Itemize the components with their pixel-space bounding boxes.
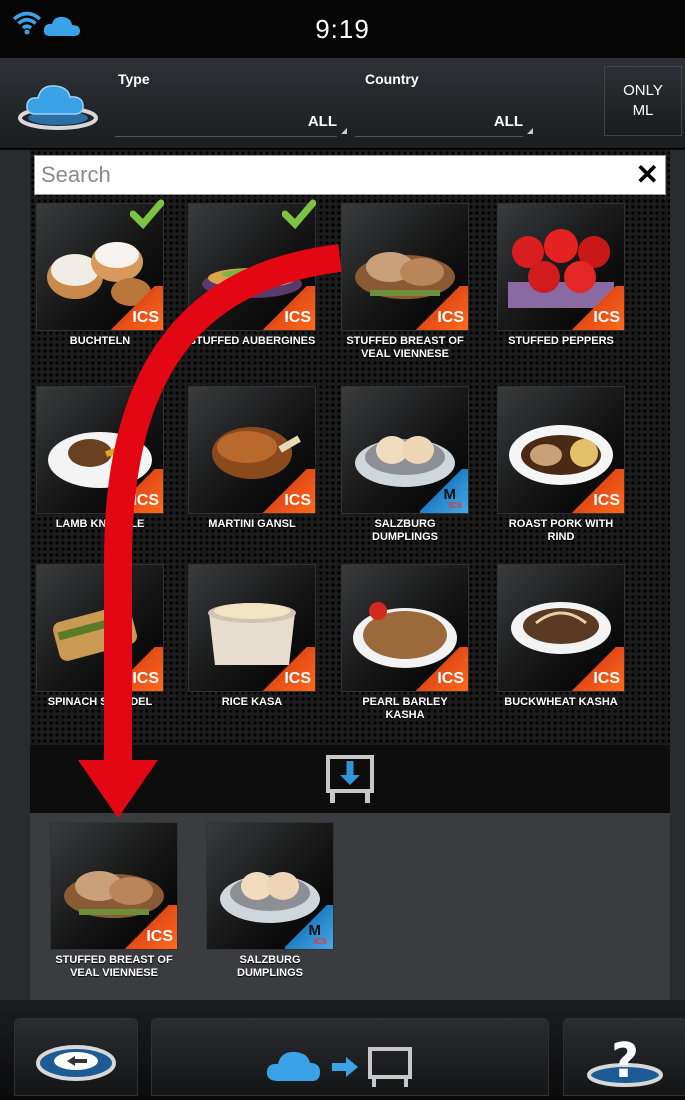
bottom-bar: ? xyxy=(0,1000,685,1097)
recipe-name: STUFFED BREAST OF VEAL VIENNESE xyxy=(55,954,173,979)
recipe-name: SALZBURG DUMPLINGS xyxy=(372,518,438,543)
recipe-name: STUFFED PEPPERS xyxy=(508,335,614,347)
check-icon xyxy=(130,199,164,229)
recipe-name: PEARL BARLEY KASHA xyxy=(362,696,448,721)
recipe-thumbnail: ICS xyxy=(50,822,178,950)
ml-badge: M ICS xyxy=(285,905,333,949)
recipe-name: BUCHTELN xyxy=(69,335,131,347)
ics-badge: ICS xyxy=(263,647,315,691)
type-select[interactable]: ALL xyxy=(115,108,347,137)
recipe-tile[interactable]: ICS STUFFED BREAST OF VEAL VIENNESE xyxy=(341,203,469,361)
recipe-thumbnail: ICS xyxy=(497,386,625,514)
recipe-thumbnail: M ICS xyxy=(206,822,334,950)
cloud-to-device-icon xyxy=(266,1047,412,1087)
recipe-name: BUCKWHEAT KASHA xyxy=(504,696,618,708)
check-icon xyxy=(282,199,316,229)
ics-badge: ICS xyxy=(416,286,468,330)
country-label: Country xyxy=(365,71,419,87)
search-bar: ✕ xyxy=(34,155,666,195)
ics-badge: ICS xyxy=(572,286,624,330)
recipe-name: ROAST PORK WITH RIND xyxy=(508,518,614,543)
search-input[interactable] xyxy=(39,158,623,192)
right-frame xyxy=(670,150,685,1000)
recipe-tile[interactable]: ICS BUCHTELN xyxy=(36,199,164,348)
svg-text:?: ? xyxy=(611,1033,639,1089)
recipe-name: RICE KASA xyxy=(221,696,283,708)
recipe-thumbnail: ICS xyxy=(188,564,316,692)
recipe-tile[interactable]: ICS ROAST PORK WITH RIND xyxy=(497,386,625,544)
recipe-tile[interactable]: ICS LAMB KNUCKLE xyxy=(36,386,164,531)
ml-badge: M ICS xyxy=(420,469,468,513)
ics-badge: ICS xyxy=(125,905,177,949)
back-button[interactable] xyxy=(14,1018,138,1096)
left-frame xyxy=(0,150,30,1000)
recipe-tile[interactable]: ICS STUFFED AUBERGINES xyxy=(188,199,316,348)
recipe-thumbnail: ICS xyxy=(36,564,164,692)
selected-recipe-tile[interactable]: ICS STUFFED BREAST OF VEAL VIENNESE xyxy=(50,822,178,980)
recipe-name: STUFFED AUBERGINES xyxy=(188,335,316,347)
recipe-tile[interactable]: ICS SPINACH STRUDEL xyxy=(36,564,164,709)
transfer-to-device-button[interactable] xyxy=(151,1018,549,1096)
back-icon xyxy=(36,1045,116,1081)
ics-badge: ICS xyxy=(572,469,624,513)
ics-badge: ICS xyxy=(416,647,468,691)
help-button[interactable]: ? xyxy=(563,1018,685,1096)
status-time: 9:19 xyxy=(315,14,370,44)
recipe-tile[interactable]: ICS RICE KASA xyxy=(188,564,316,709)
recipe-thumbnail: ICS xyxy=(497,564,625,692)
ics-badge: ICS xyxy=(263,286,315,330)
download-bar xyxy=(30,745,670,813)
recipe-thumbnail: ICS xyxy=(341,203,469,331)
recipe-tile[interactable]: ICS PEARL BARLEY KASHA xyxy=(341,564,469,722)
recipe-tile[interactable]: ICS MARTINI GANSL xyxy=(188,386,316,531)
only-ml-button[interactable]: ONLY ML xyxy=(604,66,682,136)
recipe-thumbnail: M ICS xyxy=(341,386,469,514)
recipe-tile[interactable]: ICS STUFFED PEPPERS xyxy=(497,203,625,348)
cloud-logo-icon[interactable] xyxy=(16,76,100,130)
recipe-thumbnail: ICS xyxy=(341,564,469,692)
recipe-name: MARTINI GANSL xyxy=(208,518,296,530)
ics-badge: ICS xyxy=(111,286,163,330)
status-bar: 9:19 xyxy=(0,0,685,58)
recipe-thumbnail: ICS xyxy=(497,203,625,331)
recipe-name: SPINACH STRUDEL xyxy=(47,696,153,708)
ics-badge: ICS xyxy=(111,469,163,513)
selected-recipe-tile[interactable]: M ICS SALZBURG DUMPLINGS xyxy=(206,822,334,980)
recipe-tile[interactable]: M ICS SALZBURG DUMPLINGS xyxy=(341,386,469,544)
country-select[interactable]: ALL xyxy=(355,108,533,137)
ics-badge: ICS xyxy=(572,647,624,691)
recipe-name: LAMB KNUCKLE xyxy=(55,518,145,530)
ics-badge: ICS xyxy=(263,469,315,513)
recipe-name: STUFFED BREAST OF VEAL VIENNESE xyxy=(346,335,464,360)
recipe-tile[interactable]: ICS BUCKWHEAT KASHA xyxy=(497,564,625,709)
type-label: Type xyxy=(118,71,150,87)
clear-icon[interactable]: ✕ xyxy=(636,160,659,190)
download-to-device-icon[interactable] xyxy=(322,751,378,807)
help-icon: ? xyxy=(587,1033,663,1089)
recipe-name: SALZBURG DUMPLINGS xyxy=(237,954,303,979)
filter-bar: Type Country ALL ALL ONLY ML xyxy=(0,58,685,149)
recipe-thumbnail: ICS xyxy=(36,386,164,514)
ics-badge: ICS xyxy=(111,647,163,691)
recipe-thumbnail: ICS xyxy=(188,386,316,514)
